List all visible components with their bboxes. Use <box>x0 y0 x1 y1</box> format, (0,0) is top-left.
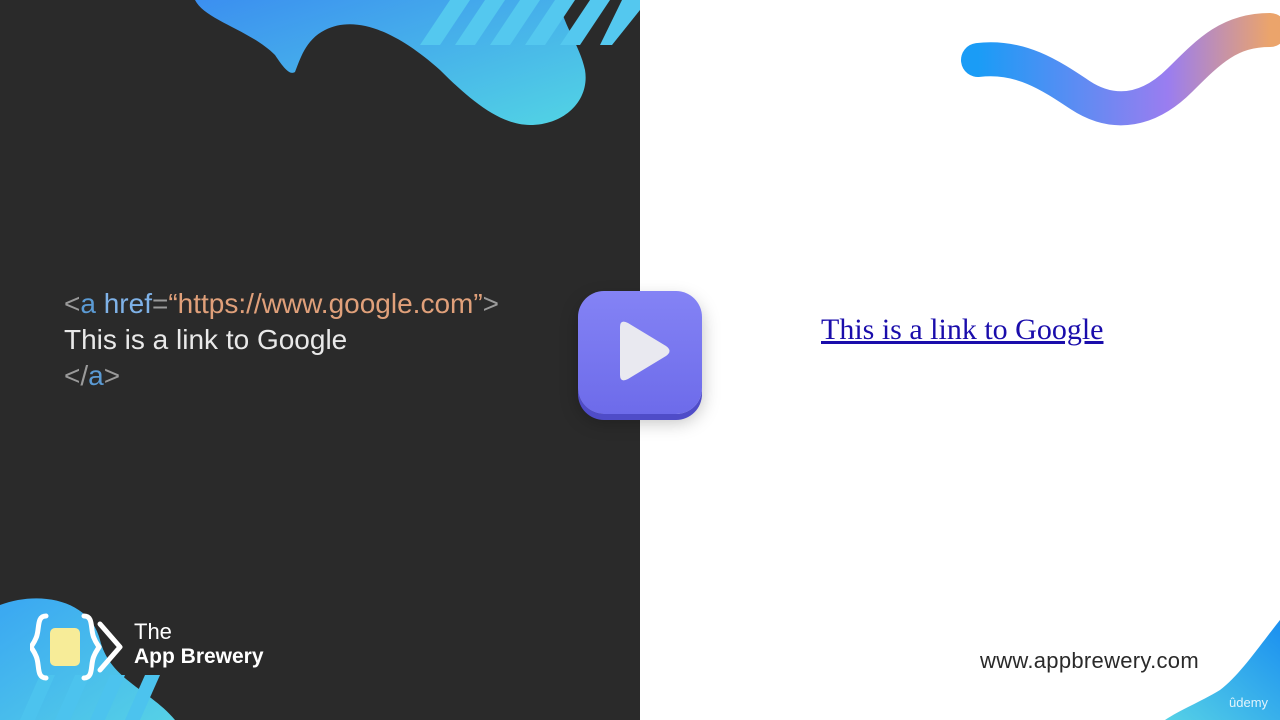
app-brewery-brand: The App Brewery <box>30 612 290 682</box>
play-button[interactable] <box>578 291 702 414</box>
decorative-squiggle-top-right <box>961 13 1280 126</box>
play-icon <box>620 321 670 381</box>
google-link[interactable]: This is a link to Google <box>821 313 1103 347</box>
decorative-blob-top <box>195 0 640 125</box>
code-line-close-tag: </a> <box>64 358 499 394</box>
brand-line-the: The <box>134 619 172 644</box>
code-attribute-name: href <box>103 288 152 319</box>
html-code-snippet: <a href=“https://www.google.com”> This i… <box>64 286 499 394</box>
udemy-watermark: ûdemy <box>1229 695 1269 710</box>
code-close-tag-name: a <box>88 360 104 391</box>
code-open-bracket: < <box>64 288 81 319</box>
code-close-end-bracket: > <box>103 360 121 391</box>
code-close-open-bracket: </ <box>64 360 89 391</box>
website-url: www.appbrewery.com <box>980 648 1199 673</box>
browser-preview-panel: This is a link to Google www.appbrewery.… <box>640 0 1280 720</box>
code-line-text: This is a link to Google <box>64 324 348 355</box>
app-brewery-logo-icon <box>30 613 123 681</box>
code-line-open-tag: <a href=“https://www.google.com”> <box>64 286 499 322</box>
code-equals: = <box>151 288 169 319</box>
code-tag-name: a <box>80 288 96 319</box>
code-attribute-value: “https://www.google.com” <box>168 288 483 319</box>
code-panel: <a href=“https://www.google.com”> This i… <box>0 0 640 720</box>
brand-line-app-brewery: App Brewery <box>134 645 264 668</box>
code-close-bracket: > <box>482 288 500 319</box>
